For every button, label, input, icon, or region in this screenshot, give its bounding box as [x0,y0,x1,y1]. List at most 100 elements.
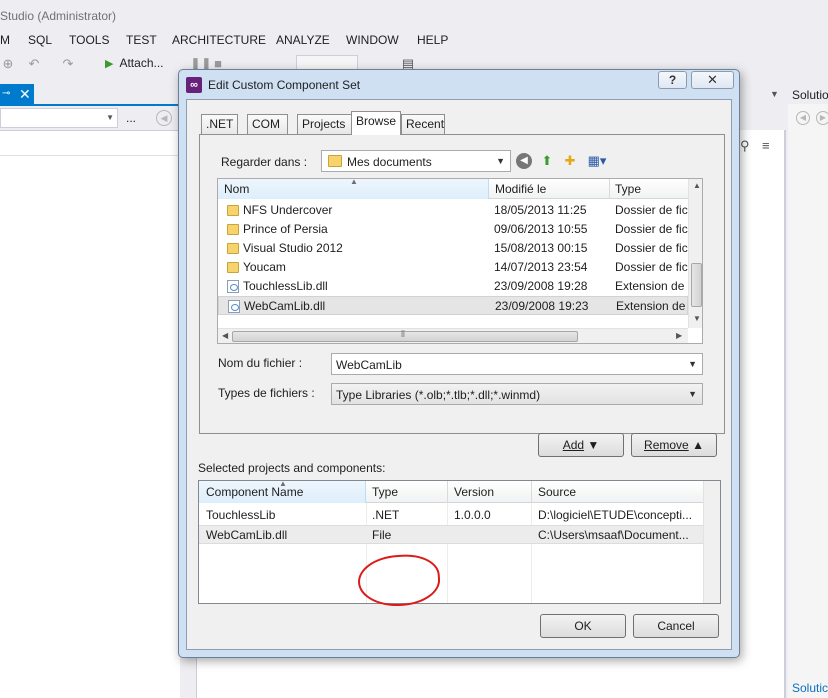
back-icon[interactable]: ◀ [156,110,172,126]
visual-studio-icon: ∞ [186,77,202,93]
new-folder-icon[interactable]: ✚ [562,153,578,169]
column-header-type[interactable]: Type [615,182,641,196]
file-type: Dossier de fichiers [615,203,688,217]
component-source: C:\Users\msaaf\Document... [538,528,689,542]
file-type: Dossier de fichiers [615,222,688,236]
file-type: Dossier de fichiers [615,260,688,274]
grid-header: ▲ Component Name Type Version Source [199,481,703,503]
redo-icon[interactable]: ↷ [60,56,76,72]
close-tab-icon[interactable]: ✕ [19,84,31,104]
file-name-input[interactable]: WebCamLib ▼ [331,353,703,375]
menu-help[interactable]: HELP [417,33,448,47]
component-row[interactable]: TouchlessLib .NET 1.0.0.0 D:\logiciel\ET… [199,506,703,525]
menu-test[interactable]: TEST [126,33,157,47]
file-list[interactable]: ▲ Nom Modifié le Type NFS Undercover 18/… [217,178,703,344]
collapse-icon[interactable]: ≡ [762,138,770,153]
file-name: NFS Undercover [243,203,333,217]
tab-underline [0,104,180,106]
scroll-down-icon[interactable]: ▼ [693,314,701,323]
component-name: WebCamLib.dll [206,528,288,542]
tab-projects[interactable]: Projects [297,114,353,134]
add-label: Add [562,438,585,452]
selected-components-grid[interactable]: ▲ Component Name Type Version Source Tou… [198,480,721,604]
file-row[interactable]: Visual Studio 2012 15/08/2013 00:15 Doss… [218,239,688,258]
grid-vertical-scrollbar[interactable] [703,481,720,603]
file-type-select[interactable]: Type Libraries (*.olb;*.tlb;*.dll;*.winm… [331,383,703,405]
menu-item[interactable]: M [0,33,10,47]
component-version: 1.0.0.0 [454,508,491,522]
scroll-left-icon[interactable]: ◀ [222,331,228,340]
selected-components-label: Selected projects and components: [198,461,386,475]
scroll-thumb[interactable]: ⦀ [232,329,578,342]
column-header-name[interactable]: ▲ Nom [218,179,489,199]
cancel-button[interactable]: Cancel [633,614,719,638]
file-modified: 23/09/2008 19:28 [494,279,588,293]
solution-explorer-tab[interactable]: Solutic [792,681,828,695]
menu-tools[interactable]: TOOLS [69,33,109,47]
ok-button[interactable]: OK [540,614,626,638]
scroll-right-icon[interactable]: ▶ [676,331,682,340]
component-row-selected[interactable]: WebCamLib.dll File C:\Users\msaaf\Docume… [199,525,703,544]
menu-window[interactable]: WINDOW [346,33,399,47]
column-header-version[interactable]: Version [454,485,494,499]
attach-button[interactable]: ▶ Attach... [105,56,164,70]
column-divider[interactable] [609,179,610,199]
tab-dotnet[interactable]: .NET [201,114,238,134]
tab-recent[interactable]: Recent [401,114,445,134]
remove-label: Remove [644,438,689,452]
file-type: Extension de l'application [616,299,689,313]
file-name: TouchlessLib.dll [243,279,328,293]
look-in-value: Mes documents [347,155,432,169]
file-row[interactable]: TouchlessLib.dll 23/09/2008 19:28 Extens… [218,277,688,296]
tab-browse[interactable]: Browse [351,111,401,135]
grip-icon: ⦀ [401,329,405,339]
remove-button[interactable]: Remove ▲ [631,433,717,457]
toolbar-icon[interactable]: ⊕ [0,56,16,72]
file-row-selected[interactable]: WebCamLib.dll 23/09/2008 19:23 Extension… [218,296,689,315]
sort-ascending-icon: ▲ [350,178,358,186]
column-divider[interactable] [447,481,448,503]
left-scope-combo[interactable]: ▼ [0,108,118,128]
file-row[interactable]: Youcam 14/07/2013 23:54 Dossier de fichi… [218,258,688,277]
folder-icon [227,205,239,216]
file-modified: 09/06/2013 10:55 [494,222,588,236]
file-name-value: WebCamLib [336,358,402,372]
look-in-combo[interactable]: Mes documents ▼ [321,150,511,172]
file-type: Dossier de fichiers [615,241,688,255]
chevron-down-icon[interactable]: ▼ [688,359,697,369]
left-more-button[interactable]: ... [126,111,136,125]
file-row[interactable]: NFS Undercover 18/05/2013 11:25 Dossier … [218,201,688,220]
column-divider[interactable] [531,481,532,503]
file-list-horizontal-scrollbar[interactable]: ◀ ⦀ ▶ [218,328,688,343]
file-list-vertical-scrollbar[interactable]: ▲ ▼ [688,179,702,328]
folder-icon [227,243,239,254]
back-icon[interactable]: ◀ [796,111,810,125]
dll-icon [227,280,239,293]
close-button[interactable]: ✕ [691,71,734,89]
add-button[interactable]: Add ▼ [538,433,624,457]
help-button[interactable]: ? [658,71,687,89]
search-icon[interactable]: ⚲ [740,138,750,154]
scroll-up-icon[interactable]: ▲ [693,181,701,190]
forward-icon[interactable]: ▶ [816,111,828,125]
column-header-type[interactable]: Type [372,485,398,499]
menu-analyze[interactable]: ANALYZE [276,33,330,47]
folder-icon [227,262,239,273]
view-menu-icon[interactable]: ▦▾ [585,153,609,169]
column-header-source[interactable]: Source [538,485,576,499]
document-tab[interactable]: ⊸ ✕ [0,84,34,104]
chevron-down-icon[interactable]: ▼ [770,89,779,99]
component-source: D:\logiciel\ETUDE\concepti... [538,508,693,522]
file-row[interactable]: Prince of Persia 09/06/2013 10:55 Dossie… [218,220,688,239]
scroll-thumb[interactable] [691,263,702,307]
column-header-component-name[interactable]: ▲ Component Name [199,481,366,503]
menu-architecture[interactable]: ARCHITECTURE [172,33,266,47]
undo-icon[interactable]: ↶ [26,56,42,72]
menu-sql[interactable]: SQL [28,33,52,47]
tab-com[interactable]: COM [247,114,288,134]
pin-icon[interactable]: ⊸ [2,84,10,104]
up-folder-icon[interactable]: ⬆ [539,153,555,169]
column-header-modified[interactable]: Modifié le [495,182,546,196]
back-icon[interactable]: ◀ [516,153,532,169]
play-icon: ▶ [105,58,114,70]
